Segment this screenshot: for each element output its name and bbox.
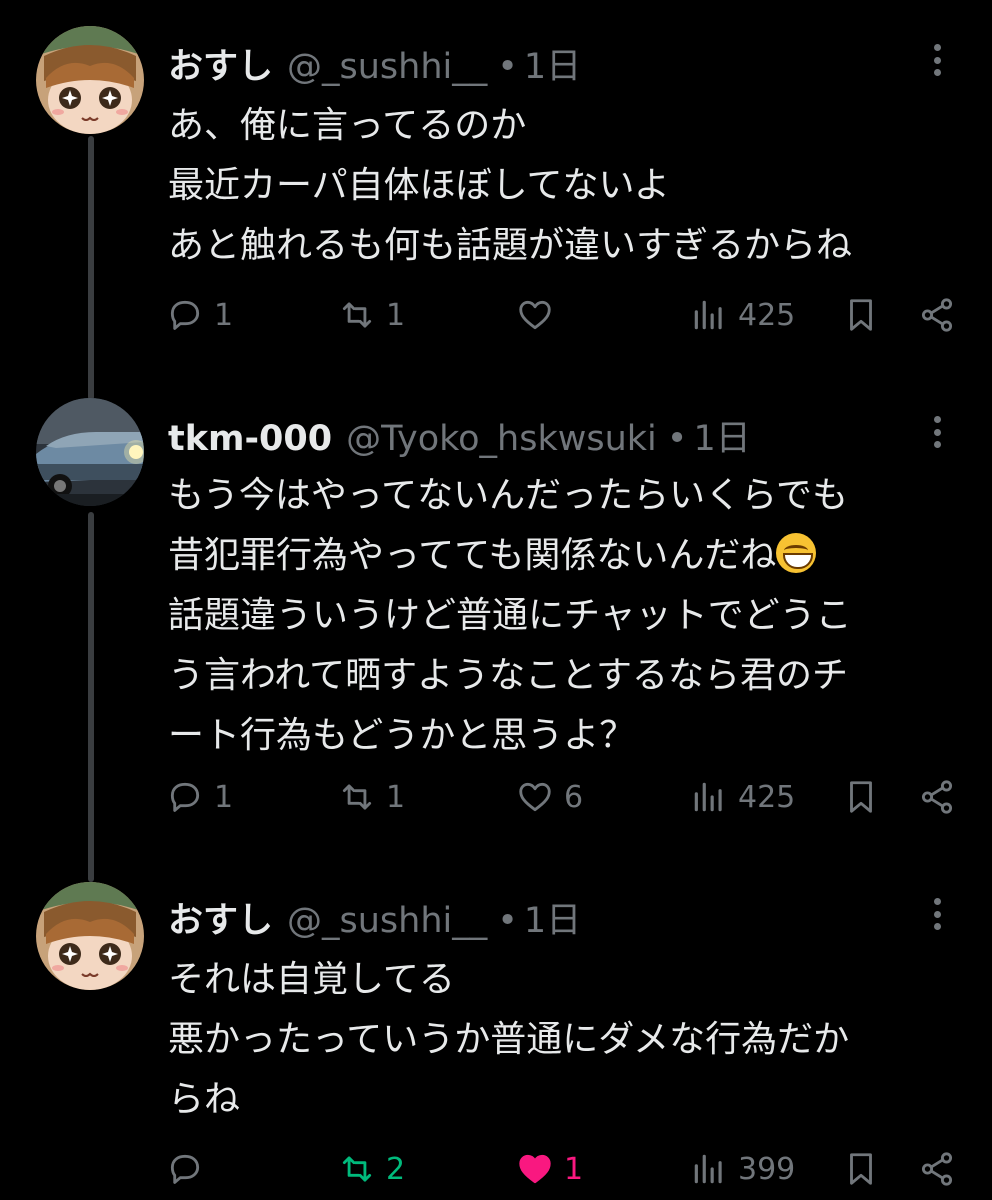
tweet-text: あ、俺に言ってるのか 最近カーパ自体ほぼしてないよ あと触れるも何も話題が違いす… — [168, 96, 958, 276]
like-button[interactable]: 1 — [516, 1144, 583, 1194]
tweet-text-line: 昔犯罪行為やってても関係ないんだね — [168, 526, 958, 586]
user-handle[interactable]: @_sushhi__ — [287, 901, 487, 941]
retweet-count: 2 — [386, 1151, 406, 1187]
view-count: 425 — [738, 297, 796, 333]
retweet-icon — [342, 302, 372, 328]
bookmark-button[interactable] — [842, 290, 880, 340]
retweet-icon — [342, 784, 372, 810]
tweet-actions: 2 1 399 — [0, 1144, 992, 1194]
display-name[interactable]: おすし — [168, 38, 273, 89]
share-icon — [921, 1152, 953, 1186]
tweet-header: tkm-000 @Tyoko_hskwsuki • 1日 — [168, 410, 751, 460]
retweet-count: 1 — [386, 297, 406, 333]
tweet-text-line: う言われて晒すようなことするなら君のチ — [168, 655, 849, 696]
tweet-text: もう今はやってないんだったらいくらでも 昔犯罪行為やってても関係ないんだね 話題… — [168, 466, 958, 766]
reply-icon — [170, 300, 200, 330]
tweet-text-line: あ、俺に言ってるのか — [168, 105, 527, 146]
share-button[interactable] — [918, 290, 956, 340]
bookmark-button[interactable] — [842, 772, 880, 822]
tweet-text-line: 話題違ういうけど普通にチャットでどうこ — [168, 595, 852, 636]
retweet-button[interactable]: 2 — [338, 1144, 405, 1194]
bookmark-button[interactable] — [842, 1144, 880, 1194]
reply-icon — [170, 1154, 200, 1184]
tweet-actions: 1 1 6 425 — [0, 772, 992, 822]
views-icon — [694, 300, 722, 330]
reply-button[interactable]: 1 — [166, 290, 233, 340]
user-handle[interactable]: @Tyoko_hskwsuki — [346, 419, 657, 459]
retweet-icon — [342, 1156, 372, 1182]
views-icon — [694, 1154, 722, 1184]
car-avatar-icon — [36, 398, 144, 506]
tweet-text-line: あと触れるも何も話題が違いすぎるからね — [168, 225, 853, 266]
display-name[interactable]: おすし — [168, 892, 273, 943]
like-button[interactable] — [516, 290, 564, 340]
share-button[interactable] — [918, 772, 956, 822]
reply-icon — [170, 782, 200, 812]
avatar[interactable] — [36, 26, 144, 134]
separator-dot: • — [666, 419, 688, 459]
share-icon — [921, 298, 953, 332]
views-button[interactable]: 399 — [690, 1144, 795, 1194]
display-name[interactable]: tkm-000 — [168, 419, 332, 459]
retweet-button[interactable]: 1 — [338, 772, 405, 822]
tweet-text-line: それは自覚してる — [168, 959, 455, 1000]
tweet-actions: 1 1 425 — [0, 290, 992, 340]
like-count: 6 — [564, 779, 584, 815]
tweet-header: おすし @_sushhi__ • 1日 — [168, 892, 581, 942]
views-icon — [694, 782, 722, 812]
retweet-button[interactable]: 1 — [338, 290, 405, 340]
anime-girl-avatar-icon — [36, 882, 144, 990]
reply-button[interactable] — [166, 1144, 214, 1194]
share-button[interactable] — [918, 1144, 956, 1194]
reply-count: 1 — [214, 297, 234, 333]
heart-icon — [519, 300, 551, 330]
bookmark-icon — [850, 781, 872, 813]
avatar[interactable] — [36, 398, 144, 506]
share-icon — [921, 780, 953, 814]
tweet-text-line: 最近カーパ自体ほぼしてないよ — [168, 165, 670, 206]
tweet-text-line: ート行為もどうかと思うよ？ — [168, 715, 636, 756]
view-count: 425 — [738, 779, 796, 815]
tweet-text-line: 悪かったっていうか普通にダメな行為だか — [168, 1019, 850, 1060]
timestamp[interactable]: 1日 — [524, 892, 581, 943]
anime-girl-avatar-icon — [36, 26, 144, 134]
reply-button[interactable]: 1 — [166, 772, 233, 822]
more-icon[interactable] — [922, 892, 952, 936]
separator-dot: • — [497, 901, 518, 941]
thread-connector — [88, 512, 94, 882]
view-count: 399 — [738, 1151, 796, 1187]
like-button[interactable]: 6 — [516, 772, 583, 822]
timestamp[interactable]: 1日 — [524, 38, 581, 89]
user-handle[interactable]: @_sushhi__ — [287, 47, 487, 87]
more-icon[interactable] — [922, 410, 952, 454]
timestamp[interactable]: 1日 — [693, 410, 750, 461]
retweet-count: 1 — [386, 779, 406, 815]
separator-dot: • — [497, 47, 518, 87]
tweet-text-line: らね — [168, 1079, 241, 1120]
tweet-header: おすし @_sushhi__ • 1日 — [168, 38, 581, 88]
tweet-text-fragment: 昔犯罪行為やってても関係ないんだね — [168, 535, 777, 576]
more-icon[interactable] — [922, 38, 952, 82]
reply-count: 1 — [214, 779, 234, 815]
grinning-face-emoji-icon — [776, 533, 817, 573]
like-count: 1 — [564, 1151, 584, 1187]
heart-icon — [519, 782, 551, 812]
views-button[interactable]: 425 — [690, 772, 795, 822]
heart-icon — [519, 1154, 551, 1184]
avatar[interactable] — [36, 882, 144, 990]
bookmark-icon — [850, 1153, 872, 1185]
views-button[interactable]: 425 — [690, 290, 795, 340]
bookmark-icon — [850, 299, 872, 331]
thread-connector — [88, 136, 94, 400]
tweet-text-line: もう今はやってないんだったらいくらでも — [168, 475, 849, 516]
tweet-text: それは自覚してる 悪かったっていうか普通にダメな行為だか らね — [168, 950, 958, 1130]
